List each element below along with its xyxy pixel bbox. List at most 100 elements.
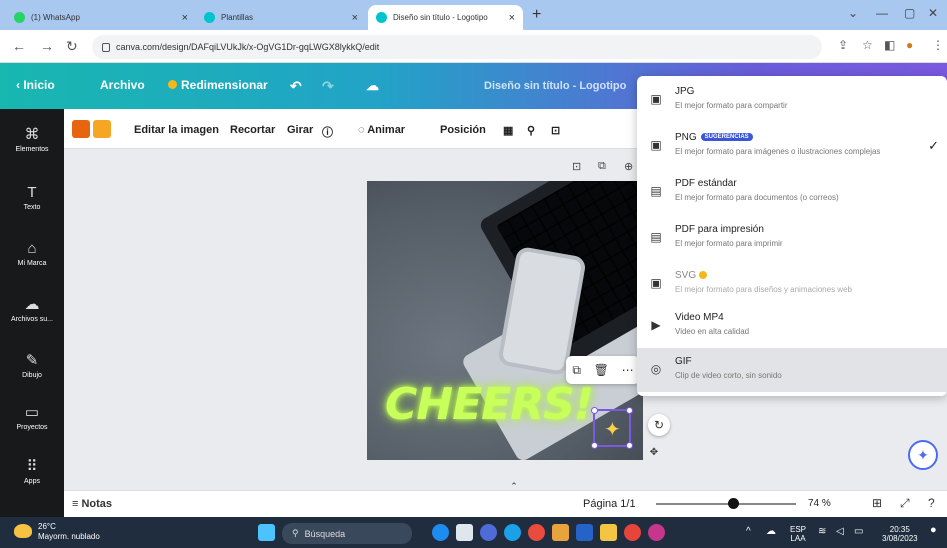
page-indicator[interactable]: Página 1/1 bbox=[583, 498, 636, 510]
store-icon[interactable] bbox=[576, 524, 593, 541]
minimize-icon[interactable]: — bbox=[876, 6, 888, 20]
format-option-jpg[interactable]: ▣ JPG El mejor formato para compartir bbox=[637, 78, 947, 122]
position-button[interactable]: Posición bbox=[440, 124, 486, 136]
format-option-pdf-print[interactable]: ▤ PDF para impresión El mejor formato pa… bbox=[637, 216, 947, 260]
close-tab-icon[interactable]: × bbox=[352, 12, 358, 24]
new-tab-button[interactable]: + bbox=[532, 6, 541, 24]
format-option-gif[interactable]: ◎ GIF Clip de video corto, sin sonido bbox=[637, 348, 947, 392]
color-swatch[interactable] bbox=[72, 120, 90, 138]
close-window-icon[interactable]: ✕ bbox=[928, 6, 938, 20]
grid-view-icon[interactable]: ⊞ bbox=[872, 496, 882, 510]
battery-icon[interactable]: ▭ bbox=[854, 527, 863, 537]
chrome-icon[interactable] bbox=[528, 524, 545, 541]
crop-button[interactable]: Recortar bbox=[230, 124, 275, 136]
duplicate-icon[interactable]: ⧉ bbox=[572, 363, 581, 378]
chevron-up-icon[interactable]: ⌃ bbox=[506, 481, 522, 491]
resize-handle[interactable] bbox=[591, 407, 598, 414]
paint-roller-icon[interactable]: ⚲ bbox=[527, 124, 535, 137]
forward-icon[interactable]: → bbox=[40, 38, 54, 54]
format-option-png[interactable]: ▣ PNG SUGERENCIAS El mejor formato para i… bbox=[637, 124, 947, 168]
zoom-level[interactable]: 74 % bbox=[808, 498, 831, 509]
notes-button[interactable]: ≡ Notas bbox=[72, 498, 112, 510]
close-tab-icon[interactable]: × bbox=[509, 12, 515, 24]
info-icon[interactable]: ⓘ bbox=[322, 124, 333, 140]
tab-plantillas[interactable]: Plantillas × bbox=[196, 5, 366, 30]
magic-assistant-icon[interactable]: ✦ bbox=[908, 440, 938, 470]
wifi-icon[interactable]: ≋ bbox=[818, 527, 826, 537]
design-artwork[interactable]: CHEERS! ✦ bbox=[367, 181, 643, 460]
cloud-sync-icon[interactable]: ☁ bbox=[366, 78, 379, 94]
resize-button[interactable]: Redimensionar bbox=[168, 78, 268, 92]
more-icon[interactable]: ⋯ bbox=[622, 363, 634, 377]
resize-handle[interactable] bbox=[626, 407, 633, 414]
chevron-up-icon[interactable]: ^ bbox=[746, 527, 751, 537]
app-icon[interactable] bbox=[648, 524, 665, 541]
resize-handle[interactable] bbox=[591, 442, 598, 449]
lock-icon[interactable]: ⊡ bbox=[551, 124, 560, 137]
reload-icon[interactable]: ↻ bbox=[66, 38, 78, 55]
tab-whatsapp[interactable]: (1) WhatsApp × bbox=[6, 5, 196, 30]
sidebar-item-uploads[interactable]: ☁ Archivos su... bbox=[0, 296, 64, 323]
format-option-mp4[interactable]: ▶ Video MP4 Video en alta calidad bbox=[637, 304, 947, 348]
copilot-icon[interactable] bbox=[432, 524, 449, 541]
weather-widget[interactable]: 26°C Mayorm. nublado bbox=[38, 522, 100, 542]
close-tab-icon[interactable]: × bbox=[182, 12, 188, 24]
clock[interactable]: 20:35 3/08/2023 bbox=[882, 525, 918, 543]
sidebar-item-text[interactable]: T Texto bbox=[0, 184, 64, 211]
profile-icon[interactable]: ● bbox=[906, 38, 913, 52]
duplicate-page-icon[interactable]: ⧉ bbox=[598, 160, 606, 173]
lock-page-icon[interactable]: ⊡ bbox=[572, 160, 581, 173]
fullscreen-icon[interactable]: ⤢ bbox=[900, 496, 910, 511]
sidebar-item-elements[interactable]: ⌘ Elementos bbox=[0, 126, 64, 153]
zoom-slider[interactable] bbox=[656, 503, 796, 505]
cloud-icon[interactable]: ☁ bbox=[766, 527, 776, 537]
more-icon[interactable]: ⋮ bbox=[932, 38, 944, 52]
format-option-pdf-standard[interactable]: ▤ PDF estándar El mejor formato para doc… bbox=[637, 170, 947, 214]
star-icon[interactable]: ☆ bbox=[862, 38, 873, 52]
sidebar-item-brand[interactable]: ⌂ Mi Marca bbox=[0, 240, 64, 267]
meet-icon[interactable] bbox=[480, 524, 497, 541]
format-option-svg[interactable]: ▣ SVG El mejor formato para diseños y an… bbox=[637, 262, 947, 306]
help-icon[interactable]: ? bbox=[928, 496, 935, 510]
move-icon[interactable]: ✥ bbox=[647, 447, 661, 461]
trash-icon[interactable]: 🗑 bbox=[594, 363, 609, 377]
home-button[interactable]: ‹ Inicio bbox=[16, 78, 55, 92]
back-icon[interactable]: ← bbox=[12, 38, 26, 54]
file-menu[interactable]: Archivo bbox=[100, 78, 145, 92]
sidebar-item-draw[interactable]: ✎ Dibujo bbox=[0, 352, 64, 379]
vlc-icon[interactable] bbox=[552, 524, 569, 541]
rotate-icon[interactable]: ↻ bbox=[648, 414, 670, 436]
file-explorer-icon[interactable] bbox=[600, 524, 617, 541]
sidebar-item-apps[interactable]: ⠿ Apps bbox=[0, 458, 64, 485]
design-title[interactable]: Diseño sin título - Logotipo bbox=[484, 80, 626, 92]
maximize-icon[interactable]: ▢ bbox=[904, 6, 915, 20]
edge-icon[interactable] bbox=[504, 524, 521, 541]
transparency-icon[interactable]: ▦ bbox=[503, 124, 513, 137]
sparkle-element[interactable]: ✦ bbox=[591, 407, 633, 449]
sidebar-item-projects[interactable]: ▭ Proyectos bbox=[0, 404, 64, 431]
edit-image-button[interactable]: Editar la imagen bbox=[134, 124, 219, 136]
volume-icon[interactable]: ◁ bbox=[836, 527, 844, 537]
share-icon[interactable]: ⇪ bbox=[838, 38, 848, 52]
start-icon[interactable] bbox=[258, 524, 275, 541]
color-swatch[interactable] bbox=[93, 120, 111, 138]
opera-icon[interactable] bbox=[624, 524, 641, 541]
undo-icon[interactable]: ↶ bbox=[290, 78, 302, 95]
option-title: PNG SUGERENCIAS bbox=[675, 132, 753, 143]
taskbar-search[interactable]: ⚲ Búsqueda bbox=[282, 523, 412, 544]
zoom-slider-knob[interactable] bbox=[728, 498, 739, 509]
task-view-icon[interactable] bbox=[456, 524, 473, 541]
notification-icon[interactable]: ● bbox=[930, 525, 937, 536]
flip-button[interactable]: Girar bbox=[287, 124, 313, 136]
language-indicator[interactable]: ESP LAA bbox=[790, 525, 806, 543]
url-input[interactable]: canva.com/design/DAFqiLVUkJk/x-OgVG1Dr-g… bbox=[92, 35, 822, 59]
chevron-down-icon[interactable]: ⌄ bbox=[848, 6, 858, 20]
animate-button[interactable]: ◌ Animar bbox=[358, 124, 405, 136]
resize-handle[interactable] bbox=[626, 442, 633, 449]
sidepanel-icon[interactable]: ◧ bbox=[884, 38, 895, 52]
tab-design[interactable]: Diseño sin título - Logotipo × bbox=[368, 5, 523, 30]
add-page-icon[interactable]: ⊕ bbox=[624, 160, 633, 173]
animate-label: Animar bbox=[367, 124, 406, 136]
headline-text[interactable]: CHEERS! bbox=[385, 379, 594, 430]
redo-icon[interactable]: ↷ bbox=[322, 78, 334, 95]
